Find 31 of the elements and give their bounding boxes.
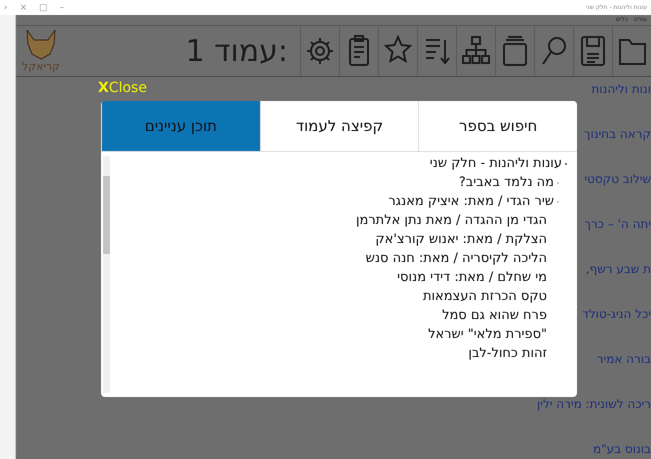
- chapter-link[interactable]: בונוס בע"מ: [592, 442, 651, 456]
- chapter-link[interactable]: ריכה לשונית: מירה ילין: [537, 397, 651, 411]
- toc-entry[interactable]: "ספירת מלאי" ישראל: [428, 327, 547, 342]
- toc-entry[interactable]: הצלקת / מאת: יאנוש קורצ'אק: [375, 232, 547, 247]
- chapter-link[interactable]: יכל הניג-טולד: [582, 307, 651, 321]
- toc-entry[interactable]: עונות וליהנות - חלק שני: [430, 156, 562, 171]
- chapter-link[interactable]: קראה בחינוך: [584, 127, 651, 141]
- window-control[interactable]: ▢: [39, 2, 48, 12]
- logo-text: קריאקל: [22, 60, 60, 72]
- window-control[interactable]: ›: [4, 2, 8, 12]
- toc-entry[interactable]: מי שחלם / מאת: דידי מנוסי: [397, 270, 547, 285]
- tab[interactable]: חיפוש בספר: [418, 101, 577, 151]
- page-number: עמוד 1:: [186, 34, 289, 68]
- tab[interactable]: תוכן עניינים: [101, 101, 260, 151]
- chapter-link[interactable]: בורה אמיר: [596, 352, 651, 366]
- window-control[interactable]: –: [60, 2, 64, 12]
- window-control[interactable]: ×: [20, 2, 28, 12]
- toc-entry[interactable]: מה נלמד באביב?: [458, 175, 554, 190]
- toc-entry[interactable]: זהות כחול-לבן: [468, 346, 547, 361]
- scrollbar[interactable]: [103, 156, 110, 393]
- chapter-link[interactable]: שילוב טקסטי: [584, 172, 651, 186]
- toc-entry[interactable]: הגדי מן ההגדה / מאת נתן אלתרמן: [356, 213, 547, 228]
- toc-entry[interactable]: שיר הגדי / מאת: איציק מאנגר: [388, 194, 554, 209]
- toc-entry[interactable]: הליכה לקיסריה / מאת: חנה סנש: [366, 251, 547, 266]
- chapter-link[interactable]: יתה ה' – כרך: [584, 217, 651, 231]
- toc-entry[interactable]: טקס הכרזת העצמאות: [422, 289, 547, 304]
- chapter-link[interactable]: ונות וליהנות: [591, 82, 651, 96]
- toc-entry[interactable]: פרח שהוא גם סמל: [442, 308, 547, 323]
- lynx-logo-icon: [24, 30, 58, 60]
- chapter-link[interactable]: ת שבע רשף,: [586, 262, 651, 276]
- close-button[interactable]: XClose: [98, 80, 147, 96]
